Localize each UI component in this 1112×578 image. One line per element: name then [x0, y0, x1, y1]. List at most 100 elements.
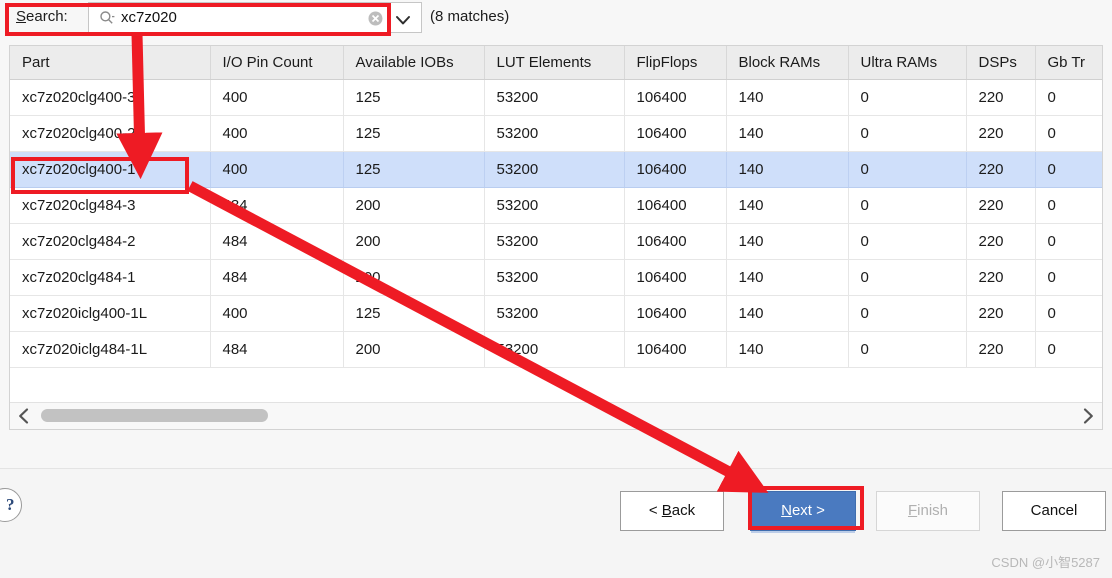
parts-table-body: xc7z020clg400-3 400 125 53200 106400 140…	[10, 79, 1102, 389]
search-label-rest: earch:	[26, 8, 68, 25]
cell-part: xc7z020clg400-1	[10, 151, 211, 188]
column-header-available-iobs[interactable]: Available IOBs	[343, 46, 485, 80]
cell-flipflops: 106400	[624, 295, 727, 332]
part-selection-dialog: Search: xc7z020 (8 matches) Part I/O Pin…	[0, 0, 1112, 578]
cell-gb-transceivers: 0	[1035, 331, 1102, 368]
table-row-selected[interactable]: xc7z020clg400-1 400 125 53200 106400 140…	[10, 151, 1102, 188]
cell-block-rams: 140	[726, 115, 849, 152]
empty-cell	[343, 367, 484, 389]
chevron-right-icon[interactable]	[1078, 406, 1098, 426]
back-button[interactable]: < Back	[620, 491, 724, 531]
help-label: ?	[6, 495, 15, 514]
column-header-lut-elements[interactable]: LUT Elements	[484, 46, 625, 80]
finish-button: Finish	[876, 491, 980, 531]
cell-ultra-rams: 0	[848, 331, 967, 368]
cell-block-rams: 140	[726, 151, 849, 188]
cell-lut-elements: 53200	[484, 223, 625, 260]
next-button[interactable]: Next >	[750, 491, 856, 531]
search-icon	[99, 10, 115, 26]
cell-part: xc7z020clg400-3	[10, 79, 211, 116]
empty-cell	[210, 367, 343, 389]
column-header-part[interactable]: Part	[10, 46, 211, 80]
cell-ultra-rams: 0	[848, 115, 967, 152]
cell-lut-elements: 53200	[484, 187, 625, 224]
cell-dsps: 220	[966, 151, 1036, 188]
empty-cell	[726, 367, 848, 389]
cell-gb-transceivers: 0	[1035, 151, 1102, 188]
cell-available-iobs: 125	[343, 79, 485, 116]
column-header-io-pin-count[interactable]: I/O Pin Count	[210, 46, 344, 80]
parts-table: Part I/O Pin Count Available IOBs LUT El…	[10, 46, 1102, 389]
empty-cell	[624, 367, 726, 389]
match-count-label: (8 matches)	[430, 8, 510, 25]
table-row[interactable]: xc7z020clg484-3 484 200 53200 106400 140…	[10, 187, 1102, 224]
table-row[interactable]: xc7z020clg484-1 484 200 53200 106400 140…	[10, 259, 1102, 296]
cell-dsps: 220	[966, 259, 1036, 296]
clear-circle-icon[interactable]	[367, 10, 384, 27]
cell-part: xc7z020clg484-1	[10, 259, 211, 296]
search-field[interactable]	[88, 2, 422, 33]
cell-io-pin-count: 400	[210, 295, 344, 332]
column-header-block-rams[interactable]: Block RAMs	[726, 46, 849, 80]
cell-io-pin-count: 400	[210, 79, 344, 116]
cell-dsps: 220	[966, 115, 1036, 152]
table-empty-space	[10, 367, 1102, 389]
cell-part: xc7z020iclg400-1L	[10, 295, 211, 332]
cancel-button[interactable]: Cancel	[1002, 491, 1106, 531]
search-label: Search:	[16, 8, 68, 25]
column-header-flipflops[interactable]: FlipFlops	[624, 46, 727, 80]
table-row[interactable]: xc7z020iclg400-1L 400 125 53200 106400 1…	[10, 295, 1102, 332]
cell-lut-elements: 53200	[484, 331, 625, 368]
table-row[interactable]: xc7z020iclg484-1L 484 200 53200 106400 1…	[10, 331, 1102, 368]
cell-gb-transceivers: 0	[1035, 295, 1102, 332]
horizontal-scrollbar[interactable]	[10, 402, 1102, 429]
cell-lut-elements: 53200	[484, 115, 625, 152]
cell-available-iobs: 125	[343, 295, 485, 332]
cell-flipflops: 106400	[624, 187, 727, 224]
cell-ultra-rams: 0	[848, 223, 967, 260]
table-header-row: Part I/O Pin Count Available IOBs LUT El…	[10, 46, 1102, 80]
cell-dsps: 220	[966, 187, 1036, 224]
table-row[interactable]: xc7z020clg400-3 400 125 53200 106400 140…	[10, 79, 1102, 116]
next-label-post: ext >	[791, 502, 825, 519]
table-row[interactable]: xc7z020clg484-2 484 200 53200 106400 140…	[10, 223, 1102, 260]
back-label-post: ack	[671, 502, 696, 519]
scrollbar-thumb[interactable]	[41, 409, 268, 422]
cell-block-rams: 140	[726, 187, 849, 224]
column-header-ultra-rams[interactable]: Ultra RAMs	[848, 46, 967, 80]
cell-gb-transceivers: 0	[1035, 79, 1102, 116]
cell-flipflops: 106400	[624, 115, 727, 152]
cell-gb-transceivers: 0	[1035, 223, 1102, 260]
search-input[interactable]	[121, 3, 391, 32]
cell-part: xc7z020iclg484-1L	[10, 331, 211, 368]
cell-flipflops: 106400	[624, 79, 727, 116]
column-header-gb-transceivers[interactable]: Gb Tr	[1035, 46, 1102, 80]
cell-io-pin-count: 484	[210, 331, 344, 368]
cell-lut-elements: 53200	[484, 295, 625, 332]
finish-label-mnemonic: F	[907, 502, 918, 519]
scrollbar-track[interactable]	[38, 403, 1074, 429]
cell-dsps: 220	[966, 295, 1036, 332]
chevron-down-icon[interactable]	[394, 13, 412, 25]
cell-part: xc7z020clg484-3	[10, 187, 211, 224]
cell-gb-transceivers: 0	[1035, 115, 1102, 152]
chevron-left-icon[interactable]	[14, 406, 34, 426]
finish-label-post: inish	[917, 502, 949, 519]
cell-ultra-rams: 0	[848, 151, 967, 188]
table-row[interactable]: xc7z020clg400-2 400 125 53200 106400 140…	[10, 115, 1102, 152]
cell-flipflops: 106400	[624, 331, 727, 368]
empty-cell	[848, 367, 966, 389]
back-label-pre: <	[648, 502, 662, 519]
cell-flipflops: 106400	[624, 259, 727, 296]
cell-part: xc7z020clg400-2	[10, 115, 211, 152]
back-label-mnemonic: B	[661, 502, 672, 519]
column-header-dsps[interactable]: DSPs	[966, 46, 1036, 80]
cell-lut-elements: 53200	[484, 151, 625, 188]
cell-lut-elements: 53200	[484, 259, 625, 296]
cell-available-iobs: 200	[343, 331, 485, 368]
empty-cell	[1035, 367, 1102, 389]
cell-flipflops: 106400	[624, 223, 727, 260]
cell-block-rams: 140	[726, 331, 849, 368]
cell-block-rams: 140	[726, 295, 849, 332]
cell-gb-transceivers: 0	[1035, 187, 1102, 224]
